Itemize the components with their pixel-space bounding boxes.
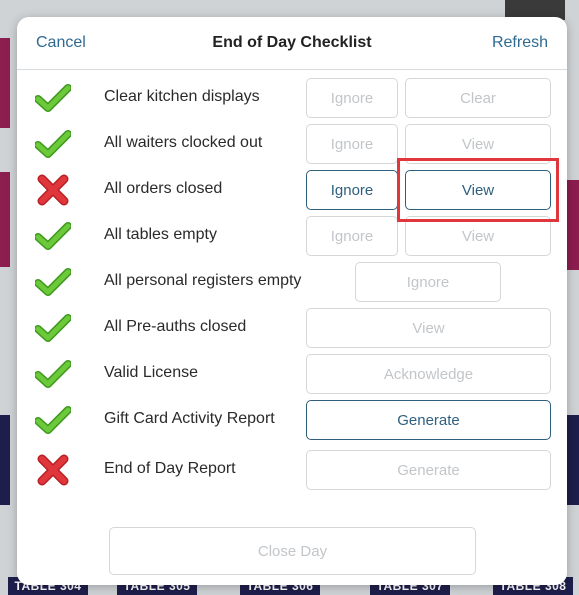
- end-of-day-checklist-modal: Cancel End of Day Checklist Refresh Clea…: [17, 17, 567, 585]
- background-tile-magenta: [0, 172, 10, 267]
- close-day-button[interactable]: Close Day: [109, 527, 476, 575]
- ignore-button[interactable]: Ignore: [306, 170, 398, 210]
- checklist-row-all-personal-registers-empty: All personal registers empty Ignore: [17, 259, 567, 305]
- generate-button[interactable]: Generate: [306, 400, 551, 440]
- generate-button[interactable]: Generate: [306, 450, 551, 490]
- refresh-button[interactable]: Refresh: [492, 34, 548, 52]
- checklist-row-all-pre-auths-closed: All Pre-auths closed View: [17, 305, 567, 351]
- clear-button[interactable]: Clear: [405, 78, 551, 118]
- check-icon: [35, 84, 71, 112]
- ignore-button[interactable]: Ignore: [306, 78, 398, 118]
- checklist-row-gift-card-activity-report: Gift Card Activity Report Generate: [17, 397, 567, 443]
- view-button[interactable]: View: [405, 216, 551, 256]
- check-icon: [35, 130, 71, 158]
- check-icon: [35, 222, 71, 250]
- acknowledge-button[interactable]: Acknowledge: [306, 354, 551, 394]
- checklist-row-clear-kitchen-displays: Clear kitchen displays Ignore Clear: [17, 75, 567, 121]
- view-button[interactable]: View: [306, 308, 551, 348]
- checklist-label: All orders closed: [104, 180, 223, 197]
- background-tile-magenta: [0, 38, 10, 128]
- check-icon: [35, 268, 71, 296]
- checklist-label: Valid License: [104, 364, 198, 381]
- checklist-label: Clear kitchen displays: [104, 88, 260, 105]
- cross-icon: [37, 454, 69, 486]
- check-icon: [35, 360, 71, 388]
- cross-icon: [37, 174, 69, 206]
- checklist-label: All Pre-auths closed: [104, 318, 247, 335]
- checklist-row-end-of-day-report: End of Day Report Generate: [17, 447, 567, 493]
- checklist-label: All tables empty: [104, 226, 217, 243]
- checklist-label: All waiters clocked out: [104, 134, 263, 151]
- checklist-label: Gift Card Activity Report: [104, 410, 275, 427]
- checklist-row-valid-license: Valid License Acknowledge: [17, 351, 567, 397]
- checklist-label: All personal registers empty: [104, 272, 302, 289]
- background-tile-navy: [0, 415, 10, 505]
- ignore-button[interactable]: Ignore: [306, 124, 398, 164]
- modal-title: End of Day Checklist: [212, 34, 372, 51]
- modal-header: Cancel End of Day Checklist Refresh: [17, 17, 567, 70]
- checklist-label: End of Day Report: [104, 460, 236, 477]
- highlight-box: [397, 158, 559, 222]
- background-tile-navy: [566, 415, 579, 505]
- ignore-button[interactable]: Ignore: [355, 262, 501, 302]
- ignore-button[interactable]: Ignore: [306, 216, 398, 256]
- background-tile-magenta: [566, 180, 579, 270]
- check-icon: [35, 406, 71, 434]
- check-icon: [35, 314, 71, 342]
